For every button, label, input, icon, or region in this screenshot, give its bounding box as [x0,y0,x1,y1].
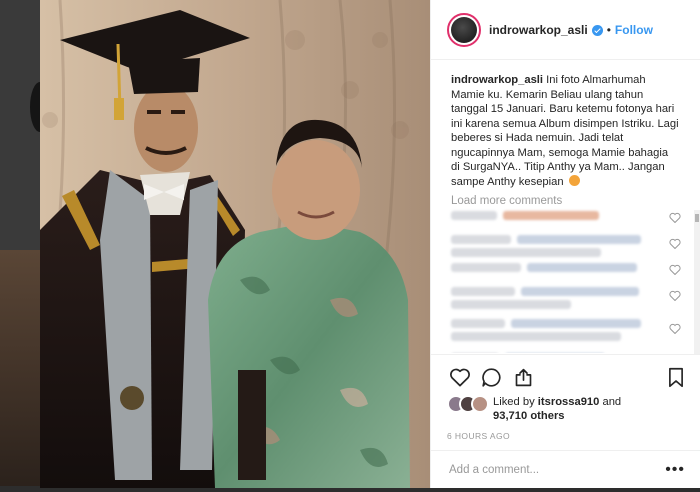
likes-summary: Liked by itsrossa910 and 93,710 others [447,395,685,423]
liked-by-username[interactable]: itsrossa910 [538,396,600,408]
background-photo [0,250,40,492]
comment-text-blurred [511,319,641,328]
comment-text-blurred [521,287,639,296]
load-more-comments-link[interactable]: Load more comments [451,195,685,207]
add-comment-input[interactable] [449,463,629,476]
bookmark-icon[interactable] [667,367,685,388]
liker-avatar[interactable] [471,395,489,413]
sad-face-emoji-icon [568,174,580,186]
comment-row [451,209,685,235]
more-options-icon[interactable]: ••• [665,461,685,477]
likes-text: Liked by itsrossa910 and 93,710 others [493,395,621,423]
comment-row [451,287,685,313]
post-header: indrowarkop_asli • Follow [431,0,700,60]
share-icon[interactable] [513,367,534,388]
follow-button[interactable]: Follow [615,23,653,37]
user-avatar-image [451,16,477,43]
like-comment-heart-icon[interactable] [669,238,681,249]
comment-username-blurred [451,211,497,220]
instagram-post-modal: indrowarkop_asli • Follow indrowarkop_as… [0,0,700,492]
verified-badge-icon [591,25,603,36]
like-comment-heart-icon[interactable] [669,290,681,301]
like-comment-heart-icon[interactable] [669,323,681,334]
comment-icon[interactable] [481,367,502,388]
comment-text-blurred [451,332,621,341]
separator-dot: • [606,22,611,37]
comments-scrollbar-thumb[interactable] [695,214,699,222]
comment-text-blurred [503,211,599,220]
post-photo-image [40,0,430,488]
username-link[interactable]: indrowarkop_asli [489,23,588,37]
caption-text: Ini foto Almarhumah Mamie ku. Kemarin Be… [451,74,679,188]
heart-icon[interactable] [449,367,471,387]
caption-username[interactable]: indrowarkop_asli [451,74,543,86]
liked-by-and: and [602,396,622,408]
comments-list[interactable]: indrowarkop_asli Ini foto Almarhumah Mam… [431,61,700,353]
post-side-panel: indrowarkop_asli • Follow indrowarkop_as… [430,0,700,488]
post-caption: indrowarkop_asli Ini foto Almarhumah Mam… [451,73,679,189]
post-actions: Liked by itsrossa910 and 93,710 others 6… [431,354,700,441]
comment-text-blurred [451,248,601,257]
action-icons [447,363,685,389]
comment-username-blurred [451,263,521,272]
post-timestamp[interactable]: 6 HOURS AGO [447,431,685,441]
like-comment-heart-icon[interactable] [669,212,681,223]
comment-row [451,235,685,261]
add-comment-bar: ••• [431,450,700,488]
comments-scrollbar[interactable] [694,210,700,354]
liker-avatars [447,395,493,413]
background-feed [0,0,50,492]
post-photo[interactable] [40,0,430,488]
comment-username-blurred [451,319,505,328]
comment-text-blurred [517,235,641,244]
comment-row [451,261,685,287]
liked-by-prefix: Liked by [493,396,535,408]
comment-text-blurred [451,300,571,309]
comment-text-blurred [527,263,637,272]
like-comment-heart-icon[interactable] [669,264,681,275]
comment-username-blurred [451,235,511,244]
comment-username-blurred [451,287,515,296]
user-avatar[interactable] [447,12,481,47]
comment-row [451,313,685,353]
likes-count[interactable]: 93,710 others [493,410,565,422]
